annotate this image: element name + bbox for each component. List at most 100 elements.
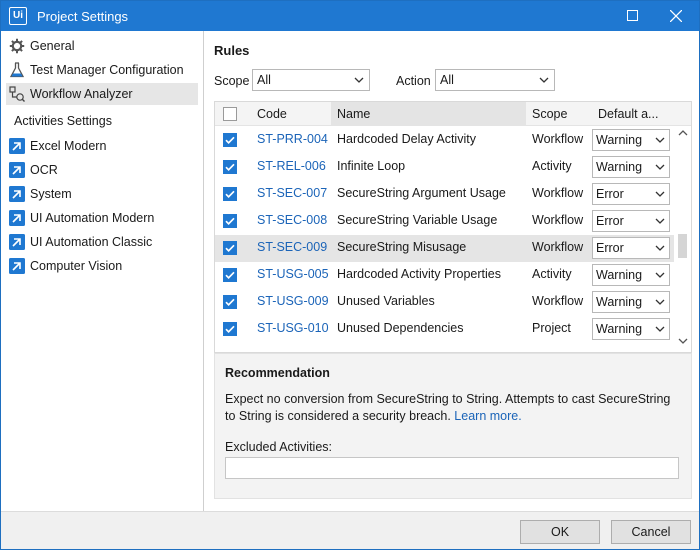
rule-scope: Workflow (532, 240, 584, 254)
rule-enabled-checkbox[interactable] (223, 133, 237, 147)
rule-action-select[interactable]: Warning (592, 318, 670, 340)
column-header-name[interactable]: Name (331, 102, 526, 126)
chevron-down-icon (655, 218, 665, 224)
chevron-down-icon[interactable] (678, 336, 688, 346)
package-icon (9, 186, 25, 202)
rule-enabled-checkbox[interactable] (223, 214, 237, 228)
rules-grid-scrollbar[interactable] (674, 126, 691, 352)
package-icon (9, 138, 25, 154)
rule-scope: Workflow (532, 132, 584, 146)
chevron-down-icon (539, 77, 549, 83)
sidebar-item-ui-automation-modern[interactable]: UI Automation Modern (6, 207, 198, 229)
recommendation-body: Expect no conversion from SecureString t… (225, 392, 671, 423)
rules-heading: Rules (214, 43, 250, 58)
chevron-down-icon (655, 191, 665, 197)
rules-grid-header: Code Name Scope Default a... (215, 102, 691, 126)
rule-enabled-checkbox[interactable] (223, 160, 237, 174)
scope-filter-select[interactable]: All (252, 69, 370, 91)
rule-code-link[interactable]: ST-SEC-007 (257, 186, 327, 200)
window-title: Project Settings (37, 9, 129, 24)
rule-action-select[interactable]: Warning (592, 291, 670, 313)
title-bar[interactable]: Ui Project Settings (1, 1, 699, 31)
sidebar-item-general[interactable]: General (6, 35, 198, 57)
maximize-icon (627, 10, 638, 21)
learn-more-link[interactable]: Learn more. (454, 409, 521, 423)
dialog-footer: OK Cancel (1, 511, 699, 549)
rule-action-select[interactable]: Error (592, 210, 670, 232)
sidebar-item-ui-automation-classic[interactable]: UI Automation Classic (6, 231, 198, 253)
cancel-button[interactable]: Cancel (611, 520, 691, 544)
sidebar-item-ocr[interactable]: OCR (6, 159, 198, 181)
rule-enabled-checkbox[interactable] (223, 187, 237, 201)
project-settings-window: Ui Project Settings General Test Manager… (0, 0, 700, 550)
rule-code-link[interactable]: ST-USG-010 (257, 321, 329, 335)
rule-code-link[interactable]: ST-REL-006 (257, 159, 326, 173)
table-row[interactable]: ST-SEC-009 SecureString Misusage Workflow E… (215, 235, 675, 262)
chevron-down-icon (655, 272, 665, 278)
rule-code-link[interactable]: ST-SEC-008 (257, 213, 327, 227)
rule-action-select[interactable]: Error (592, 237, 670, 259)
table-row[interactable]: ST-SEC-008 SecureString Variable Usage Wor… (215, 208, 675, 235)
rule-name: Unused Variables (337, 294, 435, 308)
scrollbar-thumb[interactable] (678, 234, 687, 258)
sidebar-item-label: UI Automation Modern (30, 211, 155, 225)
rule-enabled-checkbox[interactable] (223, 241, 237, 255)
excluded-activities-input[interactable] (225, 457, 679, 479)
rule-action-select[interactable]: Warning (592, 129, 670, 151)
rule-scope: Activity (532, 267, 572, 281)
sidebar-item-label: Computer Vision (30, 259, 123, 273)
package-icon (9, 210, 25, 226)
table-row[interactable]: ST-USG-010 Unused Dependencies Project Warn… (215, 316, 675, 343)
activities-settings-heading: Activities Settings (14, 114, 112, 128)
rule-action-select[interactable]: Warning (592, 264, 670, 286)
sidebar-item-label: Excel Modern (30, 139, 107, 153)
table-row[interactable]: ST-USG-005 Hardcoded Activity Properties A… (215, 262, 675, 289)
chevron-up-icon[interactable] (678, 128, 688, 138)
sidebar-item-system[interactable]: System (6, 183, 198, 205)
rule-action-select[interactable]: Warning (592, 156, 670, 178)
table-row[interactable]: ST-SEC-007 SecureString Argument Usage Wor… (215, 181, 675, 208)
chevron-down-icon (655, 326, 665, 332)
action-filter-select[interactable]: All (435, 69, 555, 91)
rule-scope: Workflow (532, 294, 584, 308)
uipath-logo-icon: Ui (9, 7, 27, 25)
column-header-scope[interactable]: Scope (526, 102, 590, 126)
select-all-checkbox[interactable] (223, 107, 237, 121)
column-header-default-action[interactable]: Default a... (592, 102, 674, 126)
rule-enabled-checkbox[interactable] (223, 322, 237, 336)
rule-action-value: Warning (596, 268, 643, 282)
sidebar-item-excel-modern[interactable]: Excel Modern (6, 135, 198, 157)
sidebar-item-workflow-analyzer[interactable]: Workflow Analyzer (6, 83, 198, 105)
rule-name: Infinite Loop (337, 159, 406, 173)
package-icon (9, 258, 25, 274)
table-row[interactable]: ST-PRR-004 Hardcoded Delay Activity Workfl… (215, 127, 675, 154)
rule-code-link[interactable]: ST-PRR-004 (257, 132, 328, 146)
rule-scope: Activity (532, 159, 572, 173)
rule-code-link[interactable]: ST-USG-005 (257, 267, 329, 281)
rule-enabled-checkbox[interactable] (223, 295, 237, 309)
column-header-code[interactable]: Code (251, 102, 331, 126)
rule-enabled-checkbox[interactable] (223, 268, 237, 282)
rules-grid: Code Name Scope Default a... ST-PRR-004 H… (214, 101, 692, 353)
table-row[interactable]: ST-REL-006 Infinite Loop Activity Warning (215, 154, 675, 181)
ok-button[interactable]: OK (520, 520, 600, 544)
rule-code-link[interactable]: ST-SEC-009 (257, 240, 327, 254)
sidebar-item-label: Test Manager Configuration (30, 63, 184, 77)
action-filter-label: Action (396, 74, 431, 88)
sidebar-item-computer-vision[interactable]: Computer Vision (6, 255, 198, 277)
close-button[interactable] (653, 1, 699, 31)
rule-action-select[interactable]: Error (592, 183, 670, 205)
sidebar-item-test-manager[interactable]: Test Manager Configuration (6, 59, 198, 81)
close-icon (670, 10, 682, 22)
rule-scope: Workflow (532, 213, 584, 227)
table-row[interactable]: ST-USG-009 Unused Variables Workflow Warnin… (215, 289, 675, 316)
sidebar-item-label: UI Automation Classic (30, 235, 153, 249)
chevron-down-icon (655, 245, 665, 251)
package-icon (9, 234, 25, 250)
sidebar-item-label: System (30, 187, 72, 201)
rule-name: Unused Dependencies (337, 321, 464, 335)
rule-name: SecureString Misusage (337, 240, 467, 254)
maximize-button[interactable] (609, 1, 655, 31)
chevron-down-icon (655, 299, 665, 305)
rule-code-link[interactable]: ST-USG-009 (257, 294, 329, 308)
